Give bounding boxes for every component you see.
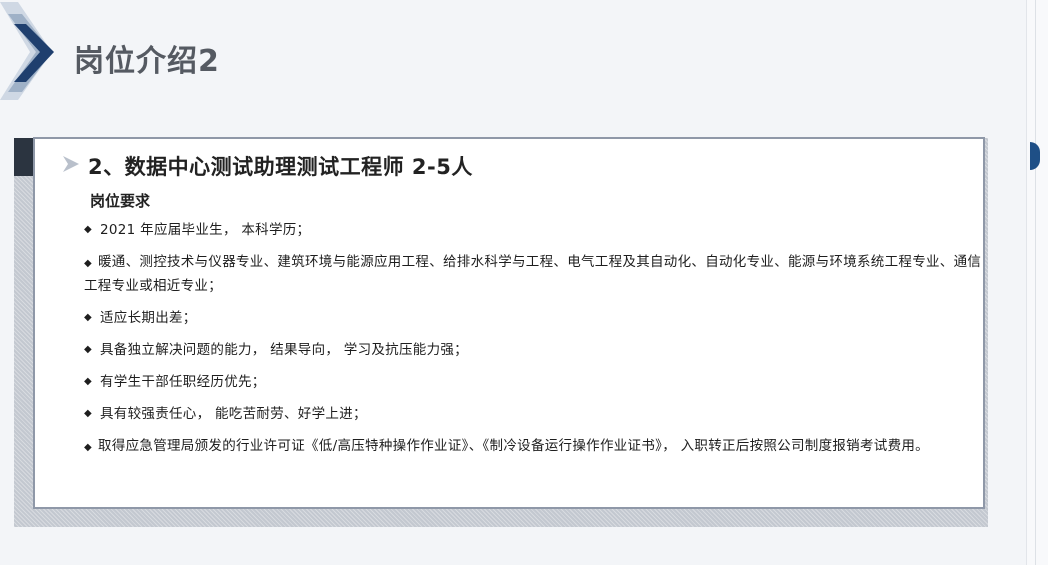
diamond-bullet-icon: ◆ — [84, 442, 92, 453]
requirement-text: 2021 年应届毕业生， 本科学历； — [100, 222, 311, 238]
list-item: ◆ 具备独立解决问题的能力， 结果导向， 学习及抗压能力强； — [84, 339, 984, 361]
list-item: ◆ 具有较强责任心， 能吃苦耐劳、好学上进； — [84, 403, 984, 425]
list-item: ◆ 取得应急管理局颁发的行业许可证《低/高压特种操作作业证》、《制冷设备运行操作作… — [84, 435, 984, 459]
requirement-text: 有学生干部任职经历优先； — [100, 374, 266, 390]
arrow-bullet-icon — [63, 156, 79, 172]
requirement-text: 具备独立解决问题的能力， 结果导向， 学习及抗压能力强； — [100, 342, 468, 358]
panel-tab — [14, 138, 34, 176]
diamond-bullet-icon: ◆ — [84, 224, 92, 235]
right-edge-strip — [1026, 0, 1048, 565]
list-item: ◆ 适应长期出差； — [84, 307, 984, 329]
requirement-text: 取得应急管理局颁发的行业许可证《低/高压特种操作作业证》、《制冷设备运行操作作业… — [98, 438, 929, 454]
requirement-text: 暖通、测控技术与仪器专业、建筑环境与能源应用工程、给排水科学与工程、电气工程及其… — [84, 254, 982, 294]
diamond-bullet-icon: ◆ — [84, 258, 92, 269]
list-item: ◆ 有学生干部任职经历优先； — [84, 371, 984, 393]
diamond-bullet-icon: ◆ — [84, 408, 92, 419]
requirement-text: 具有较强责任心， 能吃苦耐劳、好学上进； — [100, 406, 367, 422]
page-title: 岗位介绍2 — [74, 44, 220, 79]
diamond-bullet-icon: ◆ — [84, 376, 92, 387]
diamond-bullet-icon: ◆ — [84, 344, 92, 355]
content-card: 2、数据中心测试助理测试工程师 2-5人 岗位要求 ◆ 2021 年应届毕业生，… — [33, 137, 985, 509]
diamond-bullet-icon: ◆ — [84, 312, 92, 323]
list-item: ◆ 暖通、测控技术与仪器专业、建筑环境与能源应用工程、给排水科学与工程、电气工程及… — [84, 251, 984, 297]
requirements-label: 岗位要求 — [90, 192, 151, 210]
job-heading: 2、数据中心测试助理测试工程师 2-5人 — [88, 155, 473, 179]
requirement-text: 适应长期出差； — [100, 310, 197, 326]
decorative-chevron-icon — [0, 2, 54, 100]
list-item: ◆ 2021 年应届毕业生， 本科学历； — [84, 219, 984, 241]
requirements-list: ◆ 2021 年应届毕业生， 本科学历； ◆ 暖通、测控技术与仪器专业、建筑环境与… — [84, 219, 984, 469]
